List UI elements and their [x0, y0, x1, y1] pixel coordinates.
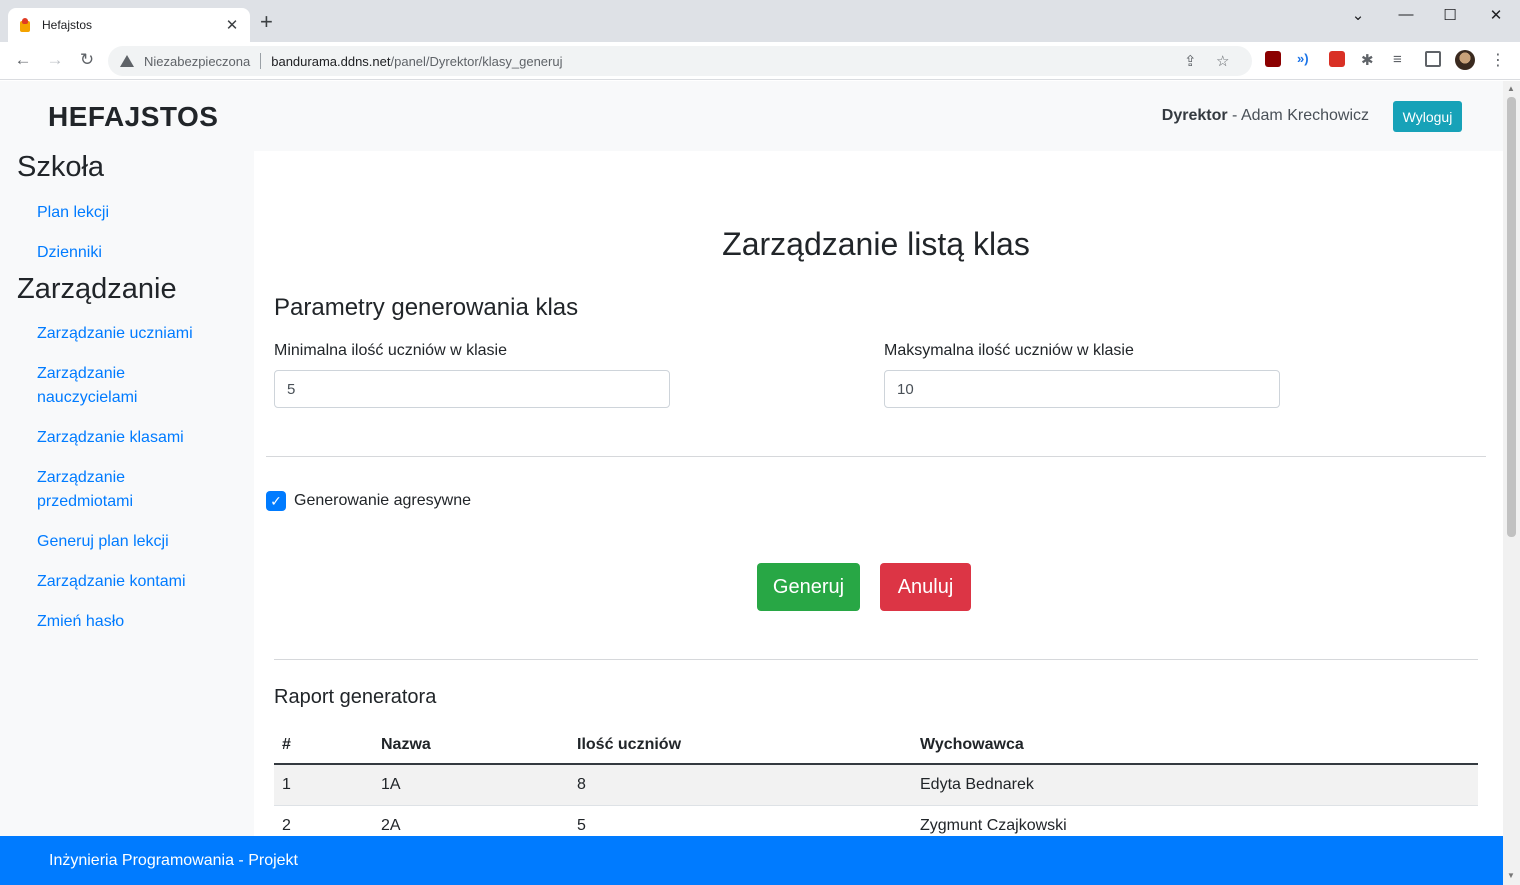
sidebar-item-students[interactable]: Zarządzanie uczniami [37, 322, 237, 346]
column-header-number: # [282, 736, 291, 753]
hefajstos-favicon-icon [18, 17, 32, 33]
table-header: # Nazwa Ilość uczniów Wychowawca [274, 724, 1478, 765]
new-tab-button[interactable]: + [260, 11, 273, 33]
footer-text: Inżynieria Programowania - Projekt [49, 852, 298, 869]
max-students-label: Maksymalna ilość uczniów w klasie [884, 342, 1134, 359]
scroll-up-icon[interactable]: ▲ [1507, 84, 1515, 93]
table-row: 1 1A 8 Edyta Bednarek [274, 765, 1478, 806]
sidebar-item-generate-plan[interactable]: Generuj plan lekcji [37, 530, 237, 554]
url-path: /panel/Dyrektor/klasy_generuj [390, 53, 563, 69]
media-control-icon[interactable]: ≡ [1393, 51, 1409, 68]
scroll-thumb[interactable] [1507, 97, 1516, 537]
min-students-label: Minimalna ilość uczniów w klasie [274, 342, 507, 359]
profile-avatar[interactable] [1455, 50, 1475, 70]
section-title: Parametry generowania klas [274, 294, 579, 321]
top-navbar: HEFAJSTOS Dyrektor - Adam Krechowicz Wyl… [0, 81, 1503, 151]
bookmark-star-icon[interactable]: ☆ [1216, 52, 1229, 70]
sidebar-item-dzienniki[interactable]: Dzienniki [37, 241, 237, 265]
report-table: # Nazwa Ilość uczniów Wychowawca 1 1A 8 … [274, 724, 1478, 847]
side-panel-icon[interactable] [1425, 51, 1441, 67]
browser-tab[interactable]: Hefajstos ✕ [8, 8, 250, 42]
tab-title: Hefajstos [42, 18, 93, 32]
user-name: Adam Krechowicz [1240, 107, 1369, 124]
minimize-icon[interactable]: — [1394, 6, 1418, 23]
cell-student-count: 5 [577, 817, 586, 834]
report-title: Raport generatora [274, 686, 437, 708]
sidebar-heading-management: Zarządzanie [17, 273, 177, 305]
cell-name: 2A [381, 817, 401, 834]
brand-logo[interactable]: HEFAJSTOS [48, 101, 218, 133]
cancel-button[interactable]: Anuluj [880, 563, 971, 611]
user-info: Dyrektor - Adam Krechowicz [1161, 107, 1369, 124]
aggressive-checkbox[interactable]: ✓ [266, 491, 286, 511]
sidebar-item-change-password[interactable]: Zmień hasło [37, 610, 237, 634]
page-viewport: HEFAJSTOS Dyrektor - Adam Krechowicz Wyl… [0, 81, 1503, 885]
page-title: Zarządzanie listą klas [722, 226, 1030, 262]
aggressive-checkbox-label[interactable]: Generowanie agresywne [294, 492, 471, 510]
sidebar-item-plan-lekcji[interactable]: Plan lekcji [37, 201, 237, 225]
sidebar: Szkoła Plan lekcji Dzienniki Zarządzanie… [0, 151, 254, 851]
ublock-extension-icon[interactable] [1265, 51, 1281, 67]
window-close-icon[interactable]: ✕ [1484, 6, 1508, 24]
address-separator [260, 53, 262, 69]
column-header-name: Nazwa [381, 736, 431, 753]
divider [274, 659, 1478, 660]
logout-button[interactable]: Wyloguj [1393, 101, 1462, 132]
cell-student-count: 8 [577, 776, 586, 793]
divider [266, 456, 1486, 457]
footer: Inżynieria Programowania - Projekt [0, 836, 1503, 885]
browser-menu-icon[interactable]: ⋮ [1490, 50, 1506, 70]
sidebar-item-teachers[interactable]: Zarządzanie nauczycielami [37, 362, 147, 410]
cell-name: 1A [381, 776, 401, 793]
sidebar-heading-school: Szkoła [17, 151, 105, 183]
cell-tutor: Edyta Bednarek [920, 776, 1034, 793]
main-content: Zarządzanie listą klas Parametry generow… [254, 151, 1503, 851]
address-bar[interactable]: Niezabezpieczona bandurama.ddns.net/pane… [108, 46, 1252, 76]
browser-toolbar: ← → ↻ Niezabezpieczona bandurama.ddns.ne… [0, 42, 1520, 80]
sidebar-item-classes[interactable]: Zarządzanie klasami [37, 426, 237, 450]
maximize-icon[interactable]: ☐ [1438, 6, 1462, 24]
min-students-input[interactable] [274, 370, 670, 408]
max-students-input[interactable] [884, 370, 1280, 408]
sidebar-item-subjects[interactable]: Zarządzanie przedmiotami [37, 466, 147, 514]
share-icon[interactable]: ⇪ [1184, 52, 1197, 70]
browser-tab-bar: Hefajstos ✕ + ⌄ — ☐ ✕ [0, 0, 1520, 42]
wifi-extension-icon[interactable]: ») [1297, 51, 1313, 67]
sidebar-item-accounts[interactable]: Zarządzanie kontami [37, 570, 237, 594]
insecure-label: Niezabezpieczona [144, 53, 251, 69]
page-scrollbar[interactable]: ▲ ▼ [1503, 81, 1520, 885]
cell-tutor: Zygmunt Czajkowski [920, 817, 1067, 834]
dislike-extension-icon[interactable] [1329, 51, 1345, 67]
forward-arrow-icon[interactable]: → [44, 50, 66, 70]
user-role: Dyrektor [1161, 107, 1228, 124]
cell-number: 1 [282, 776, 291, 793]
generate-button[interactable]: Generuj [757, 563, 860, 611]
tab-close-icon[interactable]: ✕ [224, 16, 240, 34]
back-arrow-icon[interactable]: ← [12, 50, 34, 70]
column-header-tutor: Wychowawca [920, 736, 1024, 753]
reload-icon[interactable]: ↻ [76, 50, 98, 70]
url-host: bandurama.ddns.net [271, 53, 391, 69]
warning-icon [120, 55, 134, 67]
extensions-puzzle-icon[interactable]: ✱ [1361, 51, 1377, 69]
column-header-student-count: Ilość uczniów [577, 736, 682, 753]
tab-search-icon[interactable]: ⌄ [1346, 6, 1370, 24]
cell-number: 2 [282, 817, 291, 834]
scroll-down-icon[interactable]: ▼ [1507, 871, 1515, 880]
